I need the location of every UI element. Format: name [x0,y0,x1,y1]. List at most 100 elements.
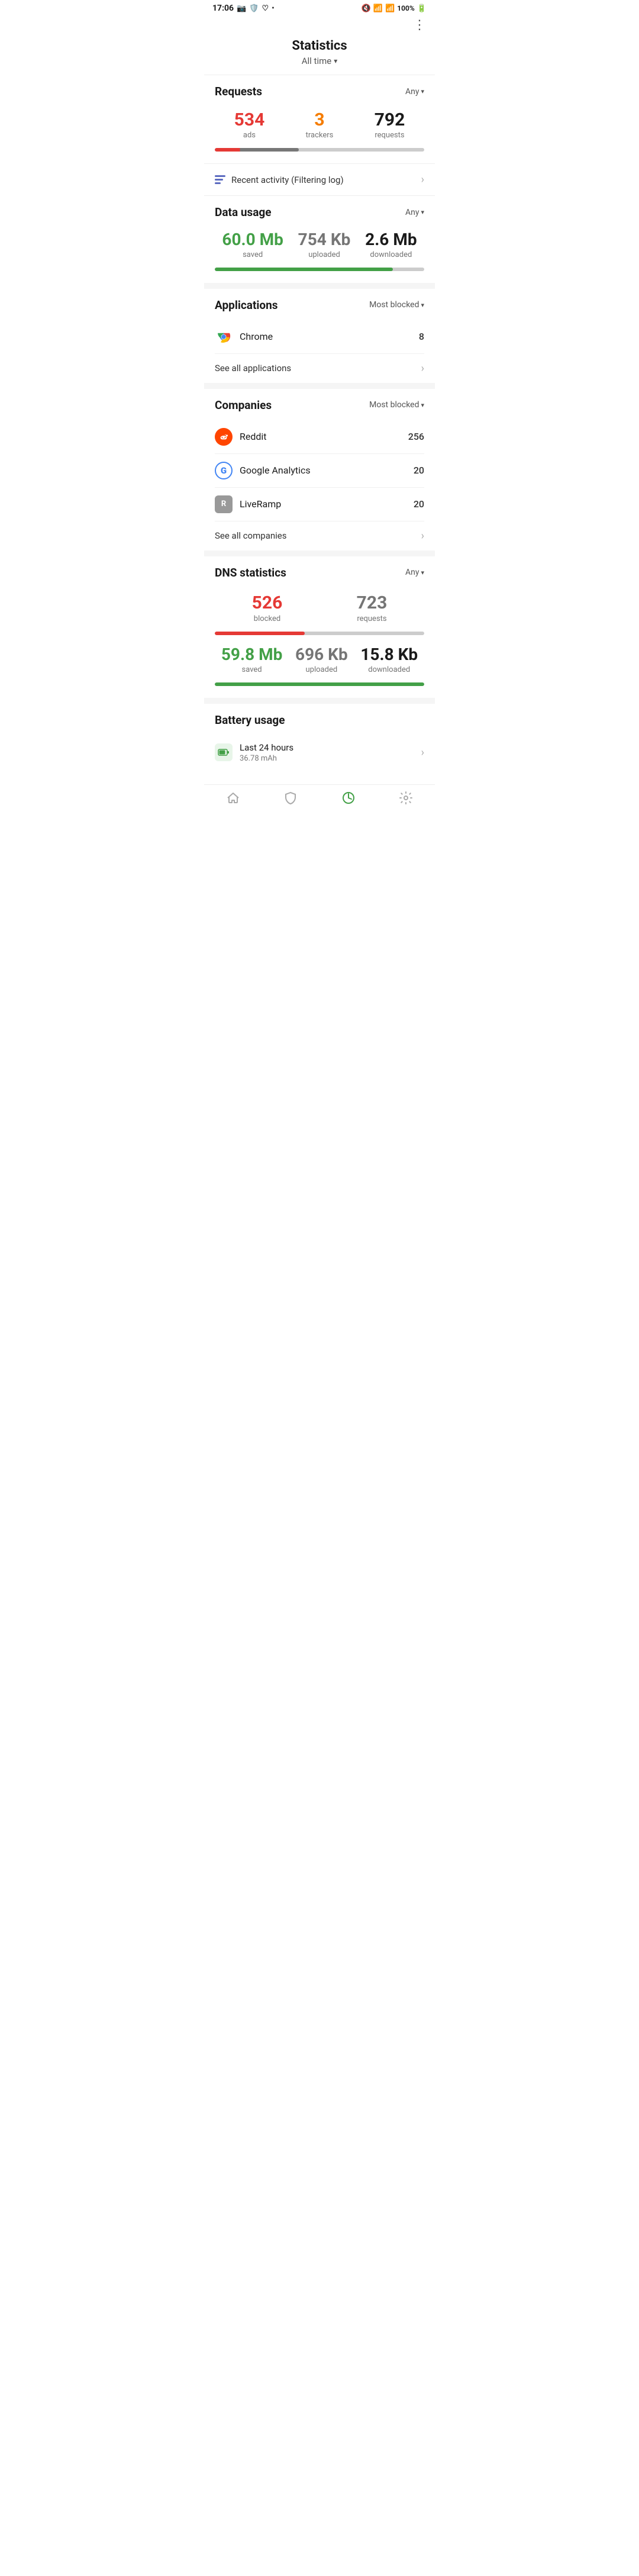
battery-usage-header: Battery usage [215,713,424,727]
dns-saved-value: 59.8 Mb [221,646,283,664]
applications-title: Applications [215,298,278,312]
reddit-company-name: Reddit [240,431,267,442]
see-all-applications-row[interactable]: See all applications › [215,354,424,378]
chrome-app-name: Chrome [240,331,273,342]
data-usage-header: Data usage Any ▾ [215,205,424,219]
home-icon [226,791,240,809]
dns-requests-stat: 723 requests [357,593,388,623]
status-time: 17:06 [212,4,234,13]
filter-label: All time [302,56,331,66]
battery-value: 36.78 mAh [240,754,293,763]
see-all-companies-row[interactable]: See all companies › [215,521,424,546]
data-usage-progress-bar [215,268,424,271]
nav-item-home[interactable] [226,791,240,809]
recent-activity-row[interactable]: Recent activity (Filtering log) › [204,164,435,195]
three-dots-icon[interactable]: ⋮ [413,18,427,33]
companies-section: Companies Most blocked ▾ Reddit [204,389,435,550]
requests-label: requests [375,131,405,140]
dns-data-stats-row: 59.8 Mb saved 696 Kb uploaded 15.8 Kb do… [215,642,424,679]
dns-saved-label: saved [221,665,283,674]
data-usage-section: Data usage Any ▾ 60.0 Mb saved 754 Kb up… [204,196,435,283]
list-item-left: G Google Analytics [215,462,311,479]
activity-text: Recent activity (Filtering log) [231,175,344,185]
liveramp-company-name: LiveRamp [240,498,281,510]
reddit-icon [215,428,233,446]
chrome-app-count: 8 [419,331,424,342]
nav-item-settings[interactable] [399,791,413,809]
menu-button[interactable]: ⋮ [204,15,435,33]
companies-filter[interactable]: Most blocked ▾ [369,400,424,410]
status-left: 17:06 📷 🛡️ ♡ • [212,4,275,13]
list-item: Reddit 256 [215,420,424,454]
section-separator-2 [204,383,435,389]
companies-chevron-icon: ▾ [421,401,424,409]
requests-filter[interactable]: Any ▾ [405,87,424,96]
applications-section: Applications Most blocked ▾ Chrome 8 See… [204,289,435,383]
liveramp-icon: R [215,495,233,513]
see-all-applications-chevron-icon: › [421,362,424,375]
data-downloaded-label: downloaded [365,250,417,259]
data-usage-title: Data usage [215,205,272,219]
status-right: 🔇 📶 📶 100% 🔋 [362,4,427,13]
trackers-stat: 3 trackers [306,110,334,140]
companies-title: Companies [215,398,272,412]
see-all-companies-text: See all companies [215,530,286,541]
dns-stats-section: DNS statistics Any ▾ 526 blocked 723 req… [204,556,435,698]
dns-uploaded-label: uploaded [295,665,348,674]
data-usage-filter[interactable]: Any ▾ [405,208,424,217]
list-item: Chrome 8 [215,320,424,354]
data-usage-stats-row: 60.0 Mb saved 754 Kb uploaded 2.6 Mb dow… [215,227,424,264]
requests-count: 792 [375,110,405,130]
dns-uploaded-stat: 696 Kb uploaded [295,646,348,674]
data-usage-progress-fill [215,268,393,271]
chrome-icon [215,328,233,346]
signal-icon: 📶 [385,4,395,13]
google-analytics-icon: G [215,462,233,479]
shield-nav-icon [283,791,298,809]
nav-item-stats[interactable] [341,791,356,809]
shield-status-icon: 🛡️ [249,4,259,13]
dns-stats-title: DNS statistics [215,566,286,579]
data-downloaded-stat: 2.6 Mb downloaded [365,231,417,259]
dns-data-progress-fill [215,682,424,686]
nav-item-shield[interactable] [283,791,298,809]
section-separator-4 [204,698,435,704]
dns-downloaded-label: downloaded [360,665,418,674]
dns-requests-label: requests [357,614,388,623]
hamburger-line-2 [215,179,223,181]
activity-left: Recent activity (Filtering log) [215,175,344,185]
requests-progress-bar [215,148,424,152]
dns-uploaded-value: 696 Kb [295,646,348,664]
requests-title: Requests [215,85,262,98]
data-usage-chevron-icon: ▾ [421,208,424,216]
battery-row[interactable]: Last 24 hours 36.78 mAh › [215,735,424,765]
dns-progress-bar [215,632,424,635]
requests-progress-fill [215,148,299,152]
applications-filter[interactable]: Most blocked ▾ [369,300,424,310]
liveramp-company-count: 20 [414,498,424,510]
section-separator-1 [204,283,435,289]
camera-icon: 📷 [237,4,246,13]
data-uploaded-value: 754 Kb [298,231,351,249]
applications-header: Applications Most blocked ▾ [215,298,424,312]
battery-usage-section: Battery usage Last 24 hours 36.78 mAh › [204,704,435,770]
google-analytics-company-count: 20 [414,465,424,476]
reddit-company-count: 256 [408,431,424,442]
battery-chevron-icon: › [421,746,424,759]
requests-section: Requests Any ▾ 534 ads 3 trackers 792 re… [204,75,435,163]
battery-status: 100% [397,4,415,12]
status-bar: 17:06 📷 🛡️ ♡ • 🔇 📶 📶 100% 🔋 [204,0,435,15]
filter-row[interactable]: All time ▾ [204,56,435,75]
ads-count: 534 [234,110,265,130]
page-title: Statistics [204,33,435,56]
list-item-left: Reddit [215,428,267,446]
stats-nav-icon [341,791,356,809]
hamburger-icon [215,175,225,184]
heart-icon: ♡ [262,4,269,13]
dns-stats-filter[interactable]: Any ▾ [405,568,424,577]
dns-downloaded-value: 15.8 Kb [360,646,418,664]
list-item: G Google Analytics 20 [215,454,424,488]
section-separator-3 [204,550,435,556]
data-uploaded-label: uploaded [298,250,351,259]
ads-label: ads [234,131,265,140]
